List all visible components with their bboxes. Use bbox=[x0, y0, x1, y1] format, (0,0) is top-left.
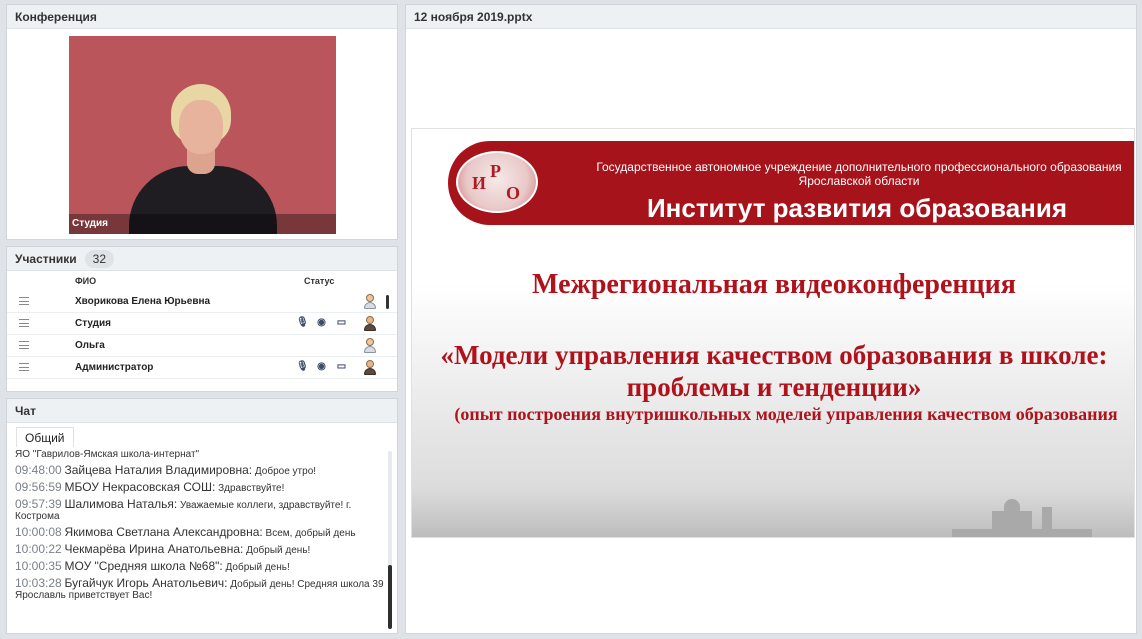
drag-handle-icon[interactable] bbox=[19, 297, 29, 305]
message-author: МОУ "Средняя школа №68": bbox=[64, 559, 223, 573]
chat-scrollbar-thumb[interactable] bbox=[388, 565, 392, 629]
message-time: 09:57:39 bbox=[15, 497, 62, 511]
message-time: 10:00:22 bbox=[15, 542, 62, 556]
participant-avatar-icon bbox=[363, 360, 377, 376]
participant-row[interactable]: Администратор 🎙 ◉ ▭ bbox=[7, 357, 397, 379]
slide-subtitle: «Модели управления качеством образования… bbox=[440, 340, 1108, 402]
screen-share-icon[interactable]: ▭ bbox=[336, 361, 347, 372]
logo-letter: О bbox=[506, 183, 521, 203]
conference-header: Конференция bbox=[7, 5, 397, 29]
message-text: Добрый день! bbox=[225, 562, 290, 573]
chat-message: 10:00:08 Якимова Светлана Александровна:… bbox=[15, 525, 389, 539]
participant-status-icons: 🎙 ◉ ▭ bbox=[296, 317, 347, 328]
video-person-face bbox=[179, 100, 223, 154]
participant-row[interactable]: Ольга bbox=[7, 335, 397, 357]
participants-column-headers: ФИО Статус bbox=[7, 271, 397, 291]
participants-title: Участники bbox=[15, 251, 77, 266]
banner-title: Институт развития образования bbox=[646, 193, 1068, 223]
chat-message: 10:00:22 Чекмарёва Ирина Анатольевна: До… bbox=[15, 542, 389, 556]
participant-status-icons: 🎙 ◉ ▭ bbox=[296, 361, 347, 372]
column-status[interactable]: Статус bbox=[304, 276, 334, 286]
participant-avatar-icon bbox=[363, 294, 377, 310]
chat-message: 10:03:28 Бугайчук Игорь Анатольевич: Доб… bbox=[15, 576, 389, 601]
message-text: Доброе утро! bbox=[254, 466, 317, 477]
conference-title: Конференция bbox=[15, 9, 97, 24]
participant-name: Студия bbox=[75, 318, 112, 329]
message-author: Чекмарёва Ирина Анатольевна: bbox=[64, 542, 244, 556]
message-author: Бугайчук Игорь Анатольевич: bbox=[64, 576, 228, 590]
participants-header: Участники 32 bbox=[7, 247, 397, 271]
drag-handle-icon[interactable] bbox=[19, 341, 29, 349]
screen-share-icon[interactable]: ▭ bbox=[336, 317, 347, 328]
logo-letter: Р bbox=[490, 161, 501, 181]
chat-message: 09:57:39 Шалимова Наталья: Уважаемые кол… bbox=[15, 497, 389, 522]
presentation-slide: Государственное автономное учреждение до… bbox=[411, 128, 1135, 538]
participant-avatar-icon bbox=[363, 316, 377, 332]
message-author: Зайцева Наталия Владимировна: bbox=[64, 463, 253, 477]
participant-name: Администратор bbox=[75, 362, 154, 373]
chat-scrollbar[interactable] bbox=[388, 451, 392, 629]
banner-subtitle: Государственное автономное учреждение до… bbox=[596, 160, 1122, 188]
chat-message: ЯО "Гаврилов-Ямская школа-интернат" bbox=[15, 449, 389, 460]
city-skyline-icon bbox=[932, 489, 1132, 537]
microphone-muted-icon[interactable]: 🎙 bbox=[296, 361, 309, 372]
message-text: Всем, добрый день bbox=[265, 528, 356, 539]
participant-name: Ольга bbox=[75, 340, 105, 351]
slide-note: (опыт построения внутришкольных моделей … bbox=[454, 404, 1118, 424]
chat-header: Чат bbox=[7, 399, 397, 423]
message-time: 10:00:08 bbox=[15, 525, 62, 539]
message-author: Якимова Светлана Александровна: bbox=[64, 525, 263, 539]
message-text: ЯО "Гаврилов-Ямская школа-интернат" bbox=[15, 449, 200, 460]
iro-logo-icon: И Р О bbox=[456, 151, 538, 213]
microphone-icon[interactable]: 🎙 bbox=[296, 317, 309, 328]
video-caption: Студия bbox=[69, 214, 336, 234]
participant-avatar-icon bbox=[363, 338, 377, 354]
participants-panel: Участники 32 ФИО Статус Хворикова Елена … bbox=[6, 246, 398, 392]
presentation-filename: 12 ноября 2019.pptx bbox=[414, 9, 533, 24]
chat-panel: Чат Общий ЯО "Гаврилов-Ямская школа-инте… bbox=[6, 398, 398, 634]
slide-title: Межрегиональная видеоконференция bbox=[532, 269, 1016, 300]
message-time: 10:00:35 bbox=[15, 559, 62, 573]
message-text: Здравствуйте! bbox=[218, 483, 285, 494]
chat-tab-general[interactable]: Общий bbox=[16, 427, 74, 447]
conference-panel: Конференция Студия bbox=[6, 4, 398, 240]
chat-message: 09:56:59 МБОУ Некрасовская СОШ: Здравств… bbox=[15, 480, 389, 494]
column-fio[interactable]: ФИО bbox=[75, 276, 96, 286]
chat-message: 09:48:00 Зайцева Наталия Владимировна: Д… bbox=[15, 463, 389, 477]
message-time: 09:48:00 bbox=[15, 463, 62, 477]
message-author: МБОУ Некрасовская СОШ: bbox=[64, 480, 216, 494]
participant-row[interactable]: Хворикова Елена Юрьевна bbox=[7, 291, 397, 313]
video-feed[interactable]: Студия bbox=[69, 36, 336, 234]
message-author: Шалимова Наталья: bbox=[64, 497, 178, 511]
message-time: 10:03:28 bbox=[15, 576, 62, 590]
message-time: 09:56:59 bbox=[15, 480, 62, 494]
chat-messages: ЯО "Гаврилов-Ямская школа-интернат" 09:4… bbox=[15, 449, 389, 632]
participants-scrollbar[interactable] bbox=[386, 295, 389, 309]
participants-count-badge: 32 bbox=[84, 249, 115, 268]
drag-handle-icon[interactable] bbox=[19, 363, 29, 371]
chat-message: 10:00:35 МОУ "Средняя школа №68": Добрый… bbox=[15, 559, 389, 573]
slide-banner: Государственное автономное учреждение до… bbox=[448, 141, 1134, 225]
chat-title: Чат bbox=[15, 403, 36, 418]
drag-handle-icon[interactable] bbox=[19, 319, 29, 327]
message-text: Добрый день! bbox=[246, 545, 311, 556]
participant-row[interactable]: Студия 🎙 ◉ ▭ bbox=[7, 313, 397, 335]
camera-icon[interactable]: ◉ bbox=[316, 317, 327, 328]
presentation-panel: 12 ноября 2019.pptx Государственное авто… bbox=[405, 4, 1137, 634]
presentation-header: 12 ноября 2019.pptx bbox=[406, 5, 1136, 29]
participant-name: Хворикова Елена Юрьевна bbox=[75, 296, 211, 307]
camera-off-icon[interactable]: ◉ bbox=[316, 361, 327, 372]
logo-letter: И bbox=[472, 173, 487, 193]
